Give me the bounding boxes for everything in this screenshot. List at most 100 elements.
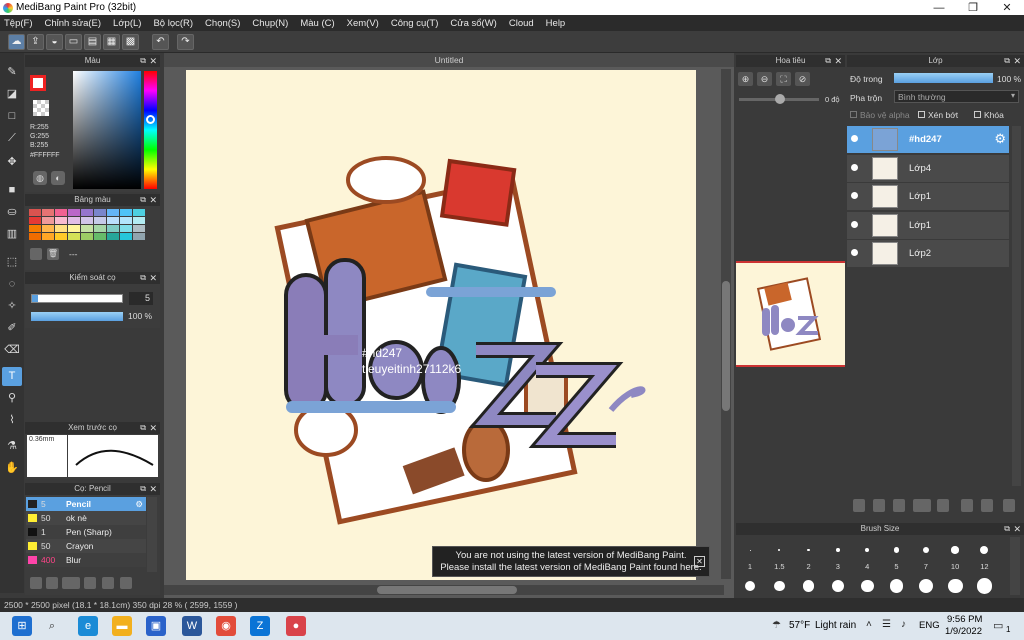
brush-size-option[interactable]: 1.5 <box>766 537 792 592</box>
layer-row[interactable]: Lớp2 <box>847 240 1009 267</box>
brush-list-item[interactable]: 400 Blur <box>26 553 146 567</box>
palette-swatch[interactable] <box>94 209 106 216</box>
brush-size-option[interactable]: 1 <box>737 537 763 591</box>
drawing-canvas[interactable]: #hd247 tieuyeitinh27112k6 <box>186 70 696 580</box>
protect-alpha-checkbox[interactable] <box>850 111 857 118</box>
brush-opacity-slider[interactable] <box>31 312 123 321</box>
duplicate-layer-icon[interactable] <box>961 499 973 512</box>
brush-size-option[interactable]: 2 <box>796 537 822 592</box>
divide-tool-icon[interactable]: ⌇ <box>2 411 22 430</box>
eyedropper-tool-icon[interactable]: ⚗ <box>2 437 22 456</box>
add-layer-dropdown-icon[interactable] <box>913 499 931 512</box>
brush-list-item[interactable]: 5 Pencil ⚙ <box>26 497 146 511</box>
close-panel-icon[interactable]: ✕ <box>149 272 157 284</box>
brush-duplicate-icon[interactable] <box>120 577 132 589</box>
windows-start-icon[interactable]: ⊞ <box>12 616 32 636</box>
chrome-icon[interactable]: ◉ <box>216 616 236 636</box>
brush-list-scrollbar[interactable] <box>147 497 157 572</box>
undock-icon[interactable]: ⧉ <box>140 483 146 495</box>
hand-tool-icon[interactable]: ✋ <box>2 459 22 478</box>
clock-date[interactable]: 1/9/2022 <box>945 626 982 637</box>
palette-swatch[interactable] <box>42 225 54 232</box>
language-indicator[interactable]: ENG <box>919 620 940 631</box>
undock-icon[interactable]: ⧉ <box>140 194 146 206</box>
visibility-eye-icon[interactable] <box>851 192 858 199</box>
menu-cloud[interactable]: Cloud <box>509 18 534 29</box>
weather-text[interactable]: Light rain <box>815 620 856 631</box>
restore-button[interactable]: ❐ <box>956 1 990 14</box>
update-notice[interactable]: You are not using the latest version of … <box>432 546 710 577</box>
visibility-eye-icon[interactable] <box>851 220 858 228</box>
close-button[interactable]: ✕ <box>990 1 1024 14</box>
brush-size-option[interactable]: 10 <box>942 537 968 594</box>
close-panel-icon[interactable]: ✕ <box>149 483 157 495</box>
palette-swatch[interactable] <box>42 209 54 216</box>
palette-swatch[interactable] <box>120 217 132 224</box>
magic-wand-tool-icon[interactable]: ✧ <box>2 297 22 316</box>
document-tab[interactable]: Untitled <box>164 53 734 67</box>
canvas-horizontal-scrollbar[interactable] <box>164 585 724 595</box>
blend-mode-select[interactable]: Bình thường ▾ <box>894 90 1019 103</box>
add-brush-icon[interactable] <box>30 577 42 589</box>
palette-swatch[interactable] <box>81 233 93 240</box>
color-mix-icon[interactable]: ◐ <box>51 171 65 185</box>
chevron-up-icon[interactable]: ˄ <box>866 619 872 630</box>
speech-bubble-icon[interactable]: ▭ <box>65 34 82 50</box>
new-layer-icon[interactable] <box>853 499 865 512</box>
saturation-picker[interactable] <box>73 71 141 189</box>
merge-layer-icon[interactable] <box>981 499 993 512</box>
palette-more[interactable]: --- <box>69 249 78 259</box>
fill-rect-tool-icon[interactable]: ■ <box>2 181 22 200</box>
minimize-button[interactable]: — <box>922 2 956 14</box>
visibility-eye-icon[interactable] <box>851 135 858 142</box>
brush-size-value[interactable]: 5 <box>129 292 153 305</box>
menu-select[interactable]: Chọn(S) <box>205 18 240 29</box>
new-halftone-layer-icon[interactable] <box>873 499 885 512</box>
undock-icon[interactable]: ⧉ <box>825 55 831 67</box>
palette-swatch[interactable] <box>133 209 145 216</box>
palette-swatch[interactable] <box>29 217 41 224</box>
word-icon[interactable]: W <box>182 616 202 636</box>
layer-opacity-slider[interactable] <box>894 73 993 83</box>
weather-temp[interactable]: 57°F <box>789 620 810 631</box>
upload-icon[interactable]: ⇪ <box>27 34 44 50</box>
hue-handle[interactable] <box>146 115 155 124</box>
pen-tool-icon[interactable]: ⟋ <box>2 129 22 148</box>
palette-swatch[interactable] <box>120 233 132 240</box>
menu-tools[interactable]: Công cụ(T) <box>391 18 439 29</box>
palette-swatch[interactable] <box>81 209 93 216</box>
layer-row[interactable]: #hd247 ⚙ <box>847 126 1009 153</box>
palette-swatch[interactable] <box>29 209 41 216</box>
palette-swatch[interactable] <box>29 233 41 240</box>
layer-settings-gear-icon[interactable]: ⚙ <box>994 131 1006 147</box>
palette-swatch[interactable] <box>107 225 119 232</box>
close-panel-icon[interactable]: ✕ <box>1013 55 1021 67</box>
undock-icon[interactable]: ⧉ <box>140 272 146 284</box>
bucket-tool-icon[interactable]: ⛀ <box>2 203 22 222</box>
network-icon[interactable]: ☰ <box>882 619 891 630</box>
canvas-text-line2[interactable]: tieuyeitinh27112k6 <box>362 362 461 376</box>
menu-window[interactable]: Cửa sổ(W) <box>450 18 496 29</box>
palette-swatch[interactable] <box>81 217 93 224</box>
volume-icon[interactable]: ♪ <box>901 619 906 630</box>
palette-swatch[interactable] <box>81 225 93 232</box>
undock-icon[interactable]: ⧉ <box>1004 55 1010 67</box>
operation-tool-icon[interactable]: ⚲ <box>2 389 22 408</box>
palette-swatch[interactable] <box>94 217 106 224</box>
add-color-icon[interactable] <box>30 248 42 260</box>
edge-icon[interactable]: e <box>78 616 98 636</box>
palette-swatch[interactable] <box>120 209 132 216</box>
foreground-color-swatch[interactable] <box>30 75 46 91</box>
brush-size-option[interactable]: 5 <box>884 537 910 593</box>
brush-size-slider[interactable] <box>31 294 123 303</box>
select-tool-icon[interactable]: ⬚ <box>2 253 22 272</box>
redo-icon[interactable]: ↷ <box>177 34 194 50</box>
close-panel-icon[interactable]: ✕ <box>1013 523 1021 535</box>
cloud-icon[interactable]: ☁ <box>8 34 25 50</box>
visibility-eye-icon[interactable] <box>851 249 858 256</box>
palette-swatch[interactable] <box>107 233 119 240</box>
palette-swatch[interactable] <box>133 225 145 232</box>
palette-swatch[interactable] <box>94 233 106 240</box>
menu-layer[interactable]: Lớp(L) <box>113 18 141 29</box>
palette-swatch[interactable] <box>107 217 119 224</box>
